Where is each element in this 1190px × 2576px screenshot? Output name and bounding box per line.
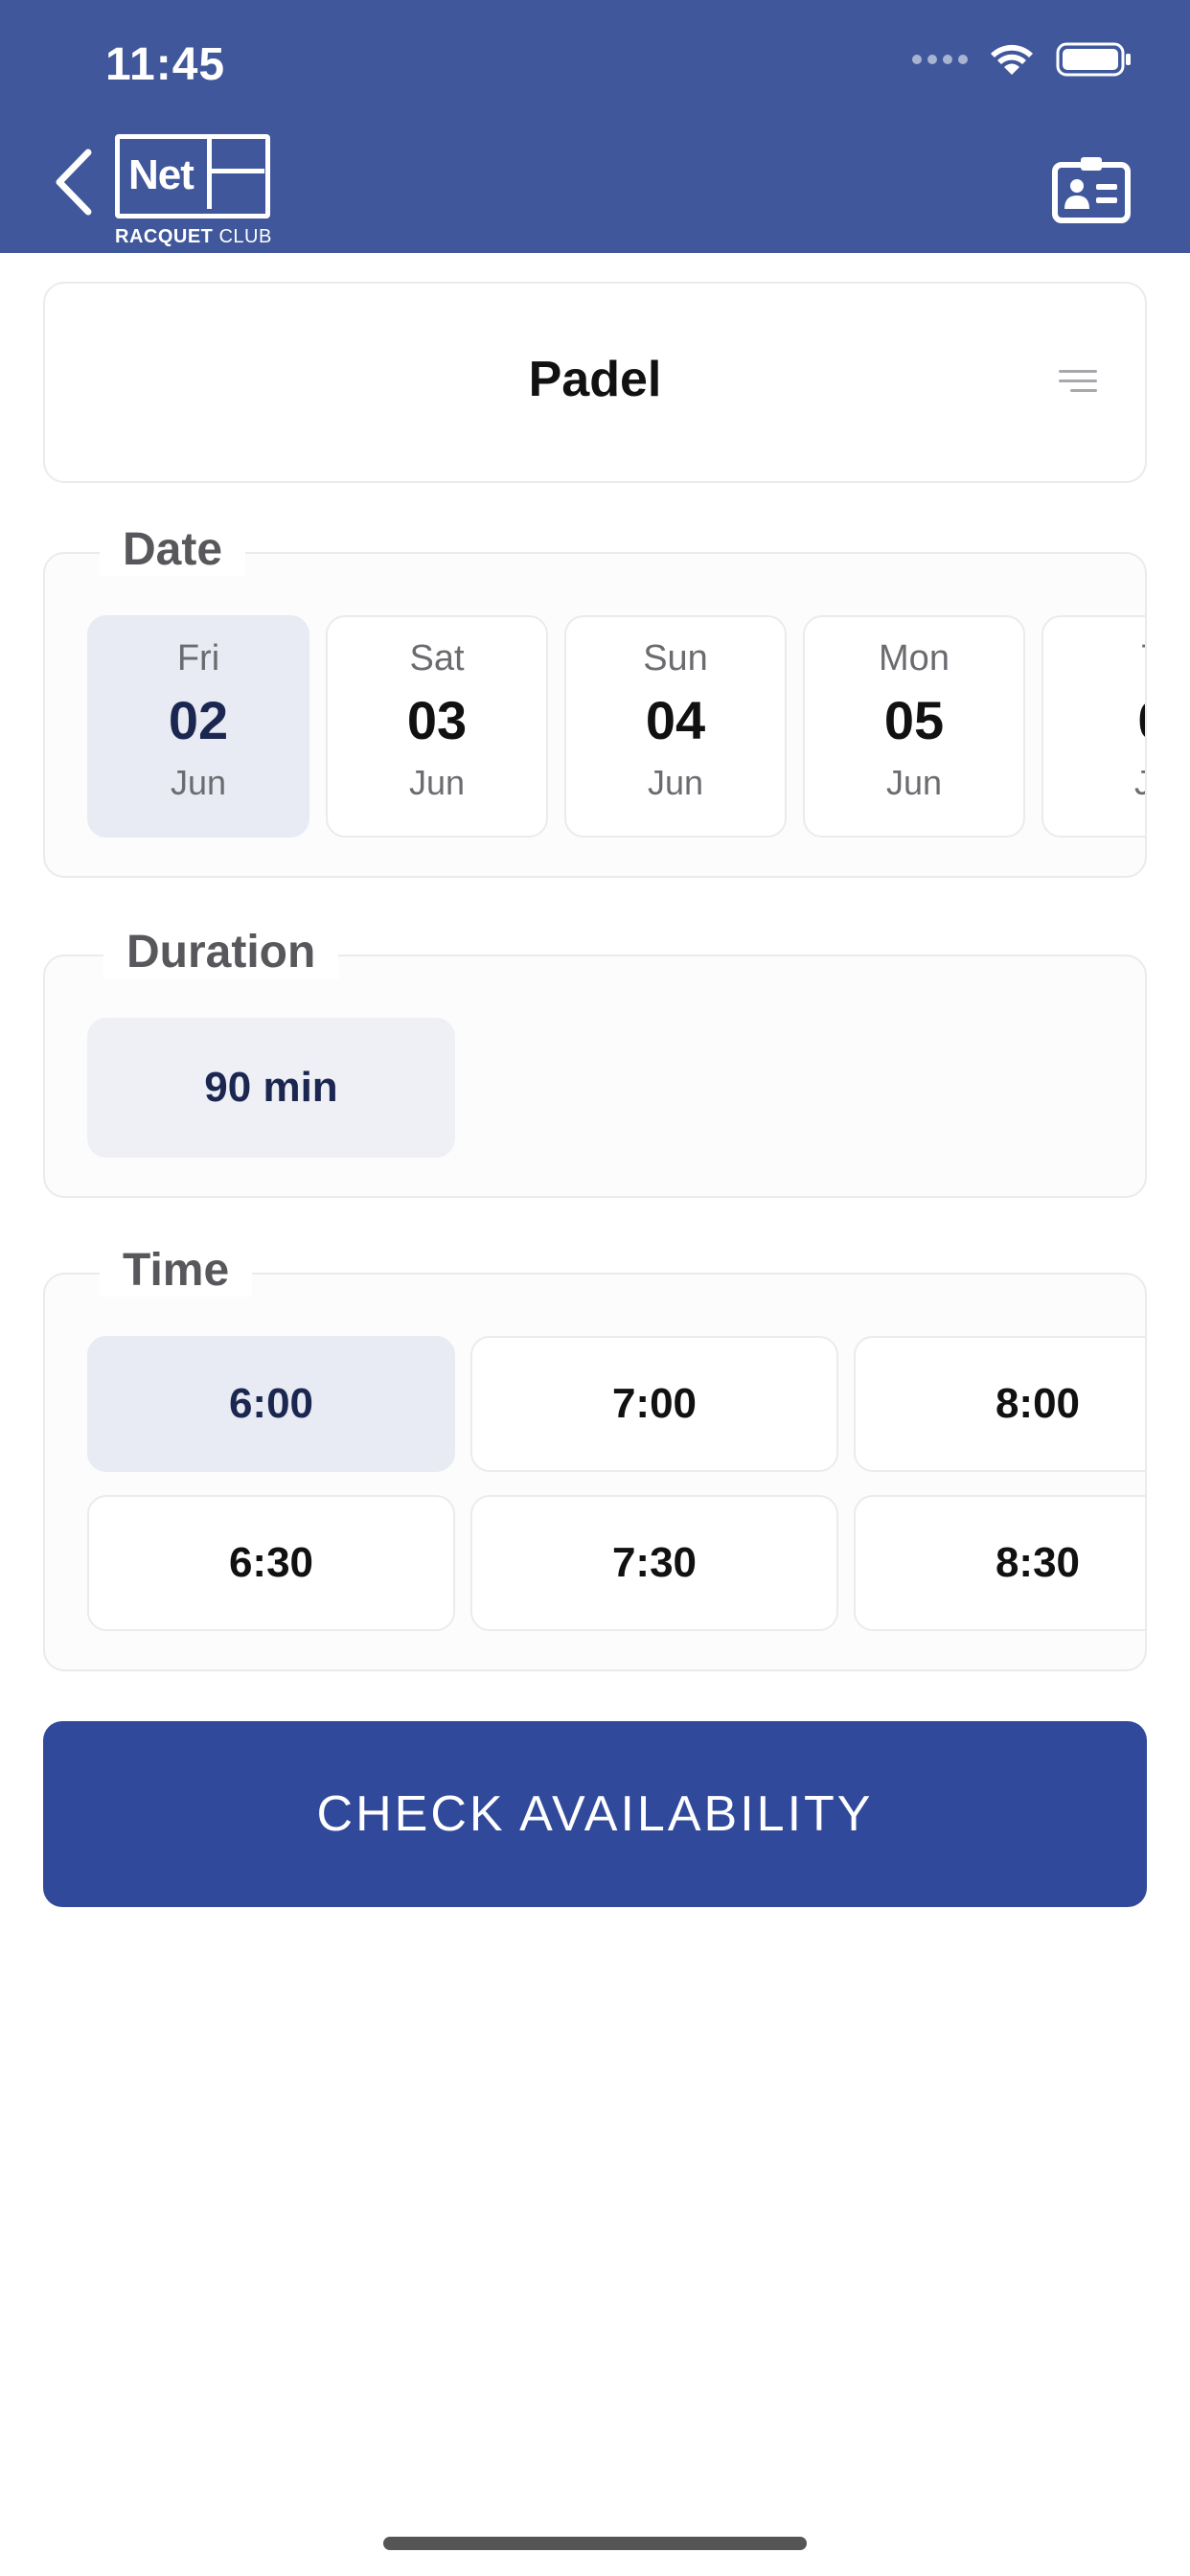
time-section: 6:00 7:00 8:00 6:30 7:30 8:30: [43, 1273, 1147, 1671]
status-time: 11:45: [105, 39, 226, 90]
id-card-icon: [1052, 157, 1131, 223]
membership-card-button[interactable]: [1052, 155, 1131, 224]
back-button[interactable]: [44, 144, 102, 220]
time-slot[interactable]: 6:30: [87, 1495, 455, 1631]
time-slot[interactable]: 7:00: [470, 1336, 838, 1472]
check-availability-button[interactable]: CHECK AVAILABILITY: [43, 1721, 1147, 1907]
sport-title: Padel: [528, 352, 662, 407]
date-weekday: Sat: [409, 638, 465, 678]
date-item[interactable]: Mon 05 Jun: [803, 615, 1025, 838]
club-logo: Net RACQUET CLUB: [115, 134, 272, 247]
chevron-left-icon: [56, 149, 92, 216]
date-day: 04: [645, 690, 706, 750]
date-item[interactable]: Fri 02 Jun: [87, 615, 309, 838]
status-indicators: [912, 42, 1133, 77]
logo-text: Net: [128, 151, 195, 198]
time-legend: Time: [100, 1244, 253, 1297]
home-indicator[interactable]: [383, 2537, 807, 2550]
date-section: Fri 02 Jun Sat 03 Jun Sun 04 Jun Mon 05 …: [43, 552, 1147, 878]
time-slot[interactable]: 8:30: [854, 1495, 1145, 1631]
hamburger-icon[interactable]: [1059, 370, 1097, 399]
time-slot[interactable]: 8:00: [854, 1336, 1145, 1472]
date-item[interactable]: Sat 03 Jun: [326, 615, 548, 838]
date-month: Jun: [408, 763, 466, 802]
date-month: Jun: [885, 763, 943, 802]
date-item[interactable]: T 0 Ju: [1041, 615, 1145, 838]
date-month: Ju: [1043, 763, 1145, 803]
duration-section: 90 min: [43, 954, 1147, 1198]
date-weekday: T: [1043, 638, 1145, 679]
date-day: 02: [168, 690, 229, 750]
sport-selector[interactable]: Padel: [43, 282, 1147, 483]
logo-subtitle: RACQUET CLUB: [115, 226, 272, 247]
duration-legend: Duration: [103, 926, 339, 978]
time-slot[interactable]: 7:30: [470, 1495, 838, 1631]
wifi-icon: [991, 44, 1033, 75]
date-day: 05: [883, 690, 945, 750]
cellular-signal-icon: [912, 55, 968, 64]
date-item[interactable]: Sun 04 Jun: [564, 615, 787, 838]
date-weekday: Sun: [643, 638, 708, 678]
date-legend: Date: [100, 523, 246, 576]
duration-option[interactable]: 90 min: [87, 1018, 455, 1158]
date-month: Jun: [170, 763, 227, 802]
date-weekday: Fri: [176, 638, 220, 678]
date-weekday: Mon: [879, 638, 950, 678]
top-app-bar: 11:45 Net RACQUET CLUB: [0, 0, 1190, 253]
battery-icon: [1056, 42, 1131, 77]
time-slot[interactable]: 6:00: [87, 1336, 455, 1472]
date-month: Jun: [647, 763, 704, 802]
date-day: 03: [406, 690, 468, 750]
date-day: 0: [1043, 689, 1145, 751]
